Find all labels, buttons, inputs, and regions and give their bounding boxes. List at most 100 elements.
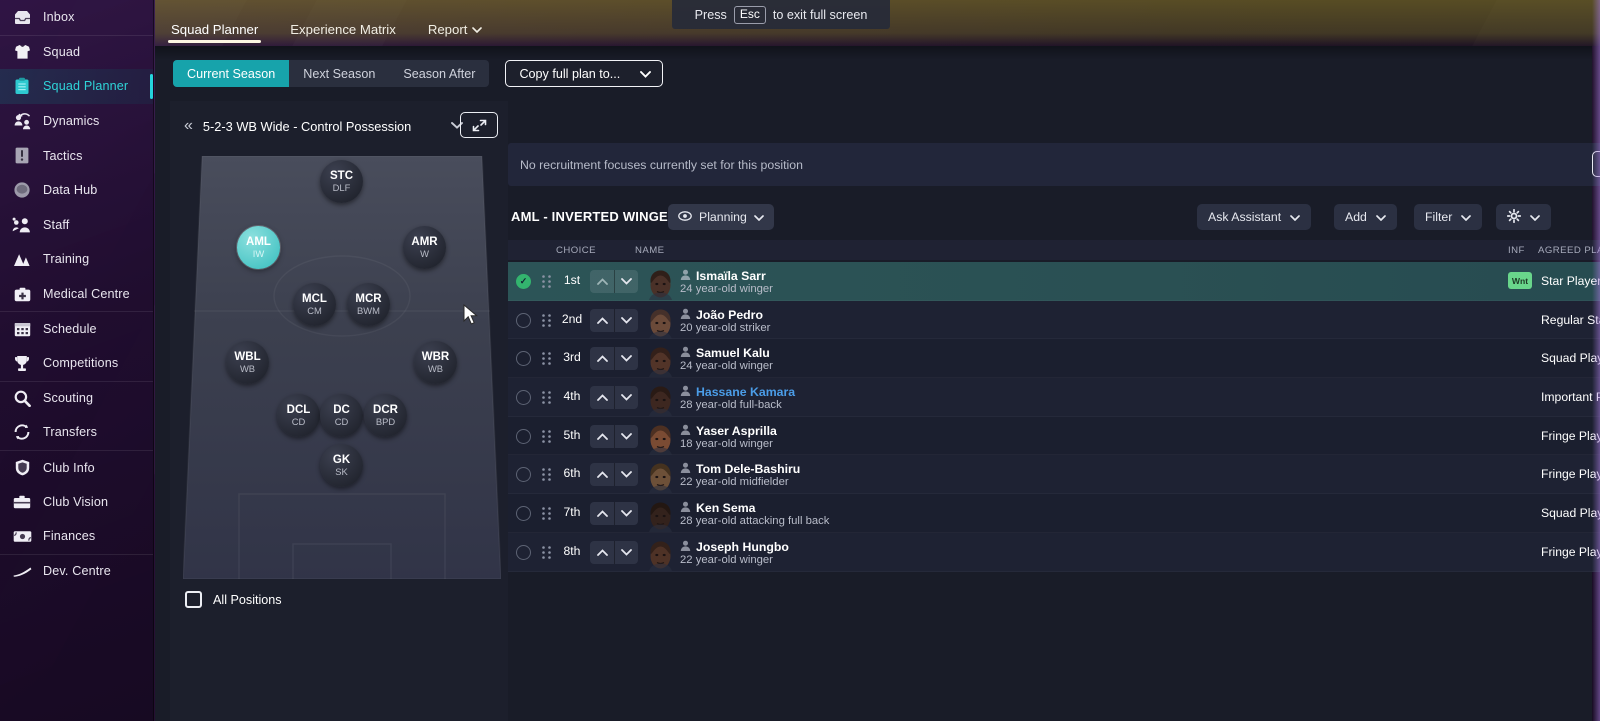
table-row[interactable]: 2nd João Pedro 20 year-old striker Regular …	[508, 300, 1600, 340]
table-row[interactable]: 5th Yaser Asprilla 18 year-old winger Fring…	[508, 416, 1600, 456]
move-down-button[interactable]	[614, 502, 638, 526]
move-down-button[interactable]	[614, 463, 638, 487]
sidebar-item-inbox[interactable]: Inbox	[0, 0, 153, 35]
pitch-position-stc[interactable]: STC DLF	[320, 160, 363, 203]
table-row[interactable]: 7th Ken Sema 28 year-old attacking full ba…	[508, 494, 1600, 533]
move-down-button[interactable]	[614, 270, 638, 293]
row-select-checkbox[interactable]	[516, 428, 531, 444]
pitch-position-amr[interactable]: AMR W	[403, 226, 446, 269]
move-down-button[interactable]	[614, 540, 638, 564]
column-header[interactable]: INF	[1508, 245, 1525, 256]
pitch-position-dc[interactable]: DC CD	[320, 394, 363, 437]
pitch-position-mcr[interactable]: MCR BWM	[347, 283, 390, 326]
formation-panel: « 5-2-3 WB Wide - Control Possession STC…	[170, 101, 508, 721]
row-select-checkbox[interactable]	[516, 506, 531, 522]
move-down-button[interactable]	[614, 308, 638, 332]
drag-handle-icon[interactable]	[541, 313, 552, 328]
row-select-checkbox[interactable]	[516, 544, 531, 560]
season-next-season[interactable]: Next Season	[289, 60, 389, 87]
sidebar-item-tactics[interactable]: Tactics	[0, 138, 153, 173]
sidebar-item-club-info[interactable]: Club Info	[0, 449, 153, 485]
ask-assistant-dropdown[interactable]: Ask Assistant	[1197, 204, 1312, 230]
move-up-button[interactable]	[590, 463, 614, 487]
sidebar-item-transfers[interactable]: Transfers	[0, 415, 153, 450]
sidebar-item-club-vision[interactable]: Club Vision	[0, 484, 153, 519]
drag-handle-icon[interactable]	[541, 467, 552, 482]
drag-handle-icon[interactable]	[541, 351, 552, 366]
sidebar-item-squad[interactable]: Squad	[0, 34, 153, 70]
pitch-position-wbr[interactable]: WBR WB	[414, 341, 457, 384]
season-current-season[interactable]: Current Season	[173, 60, 290, 87]
drag-handle-icon[interactable]	[541, 506, 552, 521]
pitch-position-gk[interactable]: GK SK	[320, 444, 363, 487]
move-up-button[interactable]	[590, 502, 614, 526]
player-name[interactable]: Joseph Hungbo	[696, 540, 789, 554]
column-header[interactable]: NAME	[635, 245, 665, 256]
copy-full-plan-button[interactable]: Copy full plan to...	[505, 60, 664, 87]
pitch-position-mcl[interactable]: MCL CM	[293, 283, 336, 326]
player-name[interactable]: Yaser Asprilla	[696, 424, 777, 438]
sidebar-item-dev-centre[interactable]: Dev. Centre	[0, 553, 153, 589]
season-segmented-control[interactable]: Current Season Next Season Season After	[173, 60, 490, 87]
sidebar-item-medical-centre[interactable]: Medical Centre	[0, 277, 153, 312]
row-select-checkbox[interactable]	[516, 390, 531, 406]
sidebar-item-squad-planner[interactable]: Squad Planner	[0, 69, 153, 104]
all-positions-toggle[interactable]: All Positions	[185, 591, 282, 608]
table-row[interactable]: ✓ 1st Ismaïla Sarr 24 year-old winger Wnt Sta…	[508, 262, 1600, 301]
table-row[interactable]: 3rd Samuel Kalu 24 year-old winger Squad Pl…	[508, 339, 1600, 379]
drag-handle-icon[interactable]	[541, 390, 552, 405]
pitch-position-dcr[interactable]: DCR BPD	[364, 394, 407, 437]
drag-handle-icon[interactable]	[541, 274, 552, 289]
sidebar-item-competitions[interactable]: Competitions	[0, 346, 153, 381]
column-header[interactable]: CHOICE	[556, 245, 596, 256]
move-up-button[interactable]	[590, 270, 614, 293]
sidebar-item-finances[interactable]: Finances	[0, 519, 153, 554]
row-select-checkbox[interactable]: ✓	[516, 274, 531, 289]
tab-report[interactable]: Report	[412, 22, 499, 46]
column-header[interactable]: AGREED PLAYING...	[1538, 245, 1600, 256]
tab-squad-planner[interactable]: Squad Planner	[155, 22, 274, 46]
expand-pitch-button[interactable]	[460, 112, 498, 138]
move-down-button[interactable]	[614, 424, 638, 448]
player-name[interactable]: João Pedro	[696, 308, 763, 322]
filter-dropdown[interactable]: Filter	[1414, 204, 1483, 230]
pitch-position-aml[interactable]: AML IW	[237, 226, 280, 269]
collapse-panel-icon[interactable]: «	[170, 118, 203, 134]
settings-dropdown[interactable]	[1496, 204, 1551, 230]
table-row[interactable]: 4th Hassane Kamara 28 year-old full-back Im…	[508, 378, 1600, 417]
tab-experience-matrix[interactable]: Experience Matrix	[274, 22, 412, 46]
pitch-position-wbl[interactable]: WBL WB	[226, 341, 269, 384]
row-select-checkbox[interactable]	[516, 351, 531, 367]
sidebar-item-label: Training	[43, 252, 90, 267]
player-name[interactable]: Ismaïla Sarr	[696, 269, 766, 283]
sidebar-item-training[interactable]: Training	[0, 242, 153, 277]
player-name[interactable]: Tom Dele-Bashiru	[696, 462, 800, 476]
table-row[interactable]: 6th Tom Dele-Bashiru 22 year-old midfielde…	[508, 455, 1600, 495]
move-up-button[interactable]	[590, 347, 614, 371]
sidebar-item-schedule[interactable]: Schedule	[0, 311, 153, 346]
table-row[interactable]: 8th Joseph Hungbo 22 year-old winger Fringe…	[508, 532, 1600, 572]
pitch-position-dcl[interactable]: DCL CD	[277, 394, 320, 437]
row-select-checkbox[interactable]	[516, 467, 531, 483]
move-up-button[interactable]	[590, 308, 614, 332]
player-name[interactable]: Hassane Kamara	[696, 385, 795, 399]
drag-handle-icon[interactable]	[541, 429, 552, 444]
season-season-after[interactable]: Season After	[389, 60, 489, 87]
add-dropdown[interactable]: Add	[1334, 204, 1397, 230]
player-name[interactable]: Samuel Kalu	[696, 346, 770, 360]
row-select-checkbox[interactable]	[516, 312, 531, 328]
move-up-button[interactable]	[590, 424, 614, 448]
move-down-button[interactable]	[614, 347, 638, 371]
player-name[interactable]: Ken Sema	[696, 501, 755, 515]
drag-handle-icon[interactable]	[541, 545, 552, 560]
move-up-button[interactable]	[590, 540, 614, 564]
all-positions-checkbox[interactable]	[185, 591, 202, 608]
move-down-button[interactable]	[614, 386, 638, 410]
move-up-button[interactable]	[590, 386, 614, 410]
sidebar-item-dynamics[interactable]: Dynamics	[0, 104, 153, 139]
sidebar-item-scouting[interactable]: Scouting	[0, 380, 153, 416]
reorder-arrows	[590, 463, 638, 487]
sidebar-item-staff[interactable]: Staff	[0, 208, 153, 243]
sidebar-item-data-hub[interactable]: Data Hub	[0, 173, 153, 208]
planning-mode-dropdown[interactable]: Planning	[668, 204, 774, 230]
